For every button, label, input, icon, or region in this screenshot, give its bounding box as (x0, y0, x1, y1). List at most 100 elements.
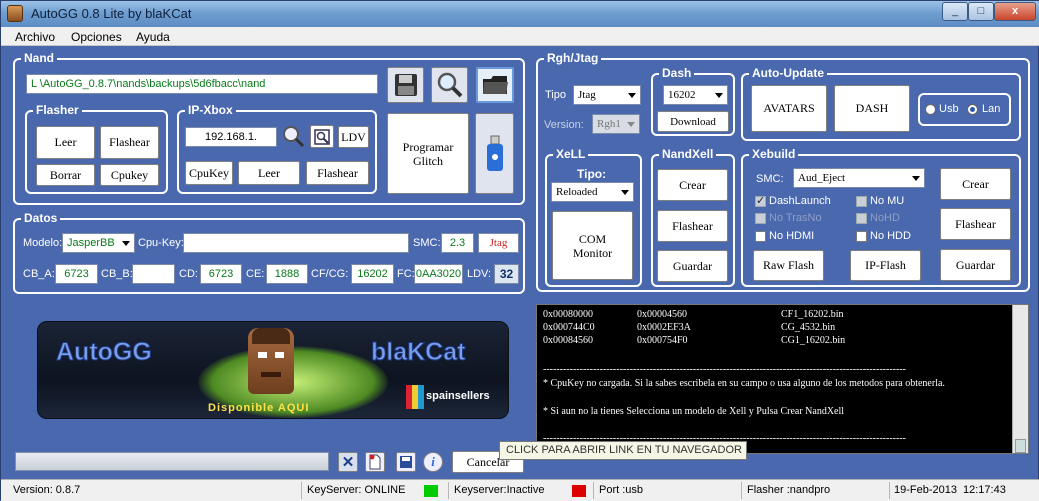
info-icon[interactable]: i (423, 452, 443, 472)
no-hdd-label: No HDD (870, 230, 911, 242)
ip-search-icon[interactable] (281, 124, 305, 148)
xebuild-smc-value: Aud_Eject (798, 172, 846, 184)
xebuild-flashear-button[interactable]: Flashear (940, 208, 1011, 240)
close-button[interactable]: x (994, 2, 1036, 21)
menu-archivo[interactable]: Archivo (15, 30, 55, 44)
folder-icon (483, 76, 508, 94)
log-offset: 0x00084560 (543, 335, 593, 346)
promo-banner[interactable]: AutoGG blaKCat Disponible AQUI spainsell… (37, 321, 509, 419)
cpukey-field[interactable] (183, 233, 409, 253)
nandxell-crear-button[interactable]: Crear (657, 169, 728, 201)
ip-scan-icon[interactable] (310, 125, 334, 148)
auto-update-avatars-button[interactable]: AVATARS (751, 85, 827, 132)
no-hdd-checkbox[interactable] (856, 231, 867, 242)
title-bar: AutoGG 0.8 Lite by blaKCat _ □ x (1, 1, 1039, 27)
usb-drive-button[interactable] (475, 113, 514, 194)
search-nand-button[interactable] (431, 67, 468, 103)
cbb-value (132, 264, 175, 284)
floppy-icon (394, 74, 417, 96)
nohd-checkbox[interactable] (856, 213, 867, 224)
status-keyserver: KeyServer: ONLINE (307, 484, 406, 496)
usb-radio[interactable] (925, 104, 936, 115)
rgh-version-select[interactable]: Rgh1 (592, 114, 640, 134)
menu-ayuda[interactable]: Ayuda (136, 30, 170, 44)
dash-value: 16202 (668, 89, 696, 101)
status-version: Version: 0.8.7 (13, 484, 81, 496)
no-trash-checkbox[interactable] (755, 213, 766, 224)
rgh-tipo-select[interactable]: Jtag (573, 85, 641, 105)
no-mu-checkbox[interactable] (856, 196, 867, 207)
cfcg-value: 16202 (351, 264, 394, 284)
banner-left-text: AutoGG (56, 338, 153, 367)
smc-label: SMC: (413, 237, 441, 249)
flasher-leer-button[interactable]: Leer (36, 126, 95, 159)
status-separator (448, 482, 449, 499)
menu-opciones[interactable]: Opciones (71, 30, 122, 44)
xebuild-smc-select[interactable]: Aud_Eject (793, 168, 925, 188)
log-file: CF1_16202.bin (781, 309, 844, 320)
cd-value: 6723 (200, 264, 242, 284)
programar-glitch-button[interactable]: Programar Glitch (387, 113, 469, 194)
nandxell-flashear-button[interactable]: Flashear (657, 210, 728, 242)
cba-label: CB_A: (23, 268, 55, 280)
progress-bar (15, 452, 329, 471)
flasher-borrar-button[interactable]: Borrar (36, 164, 95, 186)
menu-bar: Archivo Opciones Ayuda (1, 27, 1039, 46)
window-title: AutoGG 0.8 Lite by blaKCat (31, 6, 192, 21)
ip-address-field[interactable]: 192.168.1. (185, 127, 277, 147)
flasher-flashear-button[interactable]: Flashear (100, 126, 159, 159)
ip-flash-button[interactable]: IP-Flash (850, 250, 921, 281)
no-hdmi-checkbox[interactable] (755, 231, 766, 242)
dash-select[interactable]: 16202 (663, 85, 728, 105)
banner-face-icon (248, 328, 294, 394)
dash-download-button[interactable]: Download (657, 111, 729, 132)
flasher-group-label: Flasher (33, 103, 82, 117)
raw-flash-button[interactable]: Raw Flash (753, 250, 824, 281)
save-nand-button[interactable] (387, 67, 424, 103)
no-mu-label: No MU (870, 195, 905, 207)
ipxbox-group-label: IP-Xbox (185, 103, 236, 117)
modelo-select[interactable]: JasperBB (62, 233, 135, 253)
dashlaunch-checkbox[interactable] (755, 194, 766, 207)
cpukey-label: Cpu-Key: (138, 237, 184, 249)
ip-cpukey-button[interactable]: CpuKey (185, 161, 233, 185)
scroll-thumb[interactable] (1015, 439, 1026, 453)
new-file-icon[interactable] (365, 452, 385, 472)
console-scrollbar[interactable] (1012, 305, 1028, 453)
xebuild-smc-label: SMC: (756, 173, 784, 185)
lan-radio[interactable] (967, 104, 978, 115)
minimize-button[interactable]: _ (942, 2, 968, 21)
xebuild-guardar-button[interactable]: Guardar (940, 249, 1011, 281)
status-date: 19-Feb-2013 (894, 484, 957, 496)
auto-update-dash-button[interactable]: DASH (834, 85, 910, 132)
smc-version-value: 2.3 (441, 233, 474, 253)
com-monitor-button[interactable]: COM Monitor (552, 211, 633, 280)
xebuild-crear-button[interactable]: Crear (940, 168, 1011, 200)
status-keyserver-inactive: Keyserver:Inactive (454, 484, 545, 496)
dashlaunch-label: DashLaunch (769, 195, 831, 207)
nand-group-label: Nand (21, 51, 57, 65)
auto-update-group-label: Auto-Update (749, 66, 827, 80)
close-tool-icon[interactable]: ✕ (338, 452, 358, 472)
no-trash-label: No TrasNo (769, 212, 822, 224)
ip-ldv-button[interactable]: LDV (338, 126, 369, 148)
log-console[interactable]: 0x00080000 0x00004560 CF1_16202.bin 0x00… (536, 304, 1029, 454)
banner-right-text: blaKCat (370, 338, 466, 367)
nand-path-field[interactable]: L \AutoGG_0.8.7\nands\backups\5d6fbacc\n… (26, 74, 378, 94)
no-hdmi-label: No HDMI (769, 230, 815, 242)
fc-value: 0AA3020 (414, 264, 463, 284)
open-folder-button[interactable] (476, 67, 514, 103)
maximize-button[interactable]: □ (968, 2, 994, 21)
nandxell-group-label: NandXell (659, 147, 717, 161)
ip-flashear-button[interactable]: Flashear (306, 161, 369, 185)
log-message-cpukey: * CpuKey no cargada. Si la sabes escribe… (543, 378, 945, 389)
nohd-label: NoHD (870, 212, 900, 224)
xell-tipo-select[interactable]: Reloaded (551, 182, 634, 202)
save-icon[interactable] (396, 452, 416, 472)
ldv-label: LDV: (467, 268, 492, 280)
nandxell-guardar-button[interactable]: Guardar (657, 250, 728, 282)
ip-leer-button[interactable]: Leer (238, 161, 300, 185)
app-icon (7, 5, 23, 22)
flasher-cpukey-button[interactable]: Cpukey (100, 164, 159, 186)
rgh-version-label: Version: (544, 119, 584, 131)
